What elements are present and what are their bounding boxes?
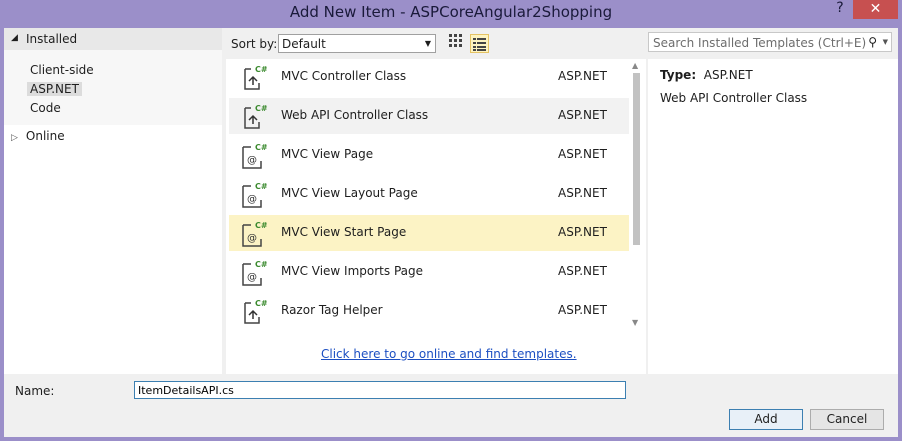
template-name: Web API Controller Class bbox=[281, 108, 429, 122]
dialog-window: Add New Item - ASPCoreAngular2Shopping ?… bbox=[0, 0, 902, 441]
razor-view-icon: @ C# bbox=[242, 260, 267, 286]
template-row-mvc-controller[interactable]: C# MVC Controller Class ASP.NET bbox=[229, 59, 629, 95]
template-type: ASP.NET bbox=[558, 303, 607, 317]
help-button[interactable]: ? bbox=[832, 0, 848, 20]
search-icon[interactable]: ⚲ bbox=[868, 35, 877, 49]
template-type: ASP.NET bbox=[558, 147, 607, 161]
chevron-down-icon: ▼ bbox=[424, 39, 431, 48]
template-name: MVC View Imports Page bbox=[281, 264, 423, 278]
template-row-mvc-view-imports-page[interactable]: @ C# MVC View Imports Page ASP.NET bbox=[229, 254, 629, 290]
dialog-body: ◢ Installed Client-side ASP.NET Code ▷ On… bbox=[4, 28, 898, 437]
razor-view-icon: @ C# bbox=[242, 143, 267, 169]
tree-node-online-label: Online bbox=[25, 129, 65, 143]
svg-text:C#: C# bbox=[255, 104, 267, 113]
template-type: ASP.NET bbox=[558, 264, 607, 278]
template-type: ASP.NET bbox=[558, 225, 607, 239]
controller-class-icon: C# bbox=[244, 104, 267, 129]
sort-label: Sort by: bbox=[231, 37, 278, 51]
template-type: ASP.NET bbox=[558, 69, 607, 83]
controller-class-icon: C# bbox=[244, 65, 267, 90]
tree-node-installed-label: Installed bbox=[26, 32, 78, 46]
sort-value: Default bbox=[282, 37, 326, 51]
cancel-button[interactable]: Cancel bbox=[810, 409, 884, 430]
tree-item-aspnet[interactable]: ASP.NET bbox=[27, 82, 82, 96]
template-row-mvc-view-layout-page[interactable]: @ C# MVC View Layout Page ASP.NET bbox=[229, 176, 629, 212]
chevron-down-icon[interactable]: ▼ bbox=[883, 38, 888, 46]
sort-dropdown[interactable]: Default ▼ bbox=[278, 34, 436, 53]
template-type: ASP.NET bbox=[558, 108, 607, 122]
template-row-web-api-controller[interactable]: C# Web API Controller Class ASP.NET bbox=[229, 98, 629, 134]
template-name: MVC View Start Page bbox=[281, 225, 407, 239]
template-details-panel: Type: ASP.NET Web API Controller Class bbox=[648, 59, 898, 374]
tree-node-online[interactable]: ▷ Online bbox=[11, 129, 65, 143]
list-view-icon[interactable] bbox=[470, 34, 489, 53]
search-templates-input[interactable]: Search Installed Templates (Ctrl+E) ⚲ ▼ bbox=[648, 32, 892, 52]
grid-view-icon[interactable] bbox=[446, 34, 465, 53]
svg-text:@: @ bbox=[247, 194, 257, 205]
sort-toolbar: Sort by: Default ▼ bbox=[226, 32, 496, 54]
tree-item-client-side[interactable]: Client-side bbox=[30, 63, 94, 77]
category-tree: ◢ Installed Client-side ASP.NET Code ▷ On… bbox=[4, 28, 222, 374]
tree-item-code[interactable]: Code bbox=[30, 101, 61, 115]
details-type-label: Type: bbox=[660, 68, 697, 82]
template-name: MVC Controller Class bbox=[281, 69, 407, 83]
close-button[interactable]: ✕ bbox=[853, 0, 898, 19]
details-type: Type: ASP.NET bbox=[660, 68, 753, 82]
template-row-mvc-view-page[interactable]: @ C# MVC View Page ASP.NET bbox=[229, 137, 629, 173]
title-bar[interactable]: Add New Item - ASPCoreAngular2Shopping ?… bbox=[0, 0, 902, 26]
details-description: Web API Controller Class bbox=[660, 91, 808, 105]
template-type: ASP.NET bbox=[558, 186, 607, 200]
tree-node-installed[interactable]: ◢ Installed bbox=[4, 28, 222, 50]
svg-text:C#: C# bbox=[255, 65, 267, 74]
svg-text:@: @ bbox=[247, 155, 257, 166]
svg-text:C#: C# bbox=[255, 143, 267, 152]
scroll-down-icon[interactable]: ▼ bbox=[632, 318, 638, 327]
svg-text:C#: C# bbox=[255, 221, 267, 230]
template-name: MVC View Layout Page bbox=[281, 186, 418, 200]
template-row-mvc-view-start-page[interactable]: @ C# MVC View Start Page ASP.NET bbox=[229, 215, 629, 251]
svg-text:@: @ bbox=[247, 272, 257, 283]
template-name: Razor Tag Helper bbox=[281, 303, 383, 317]
template-name: MVC View Page bbox=[281, 147, 374, 161]
svg-text:C#: C# bbox=[255, 299, 267, 308]
search-placeholder: Search Installed Templates (Ctrl+E) bbox=[653, 36, 867, 50]
svg-text:C#: C# bbox=[255, 182, 267, 191]
razor-view-icon: @ C# bbox=[242, 221, 267, 247]
name-label: Name: bbox=[15, 384, 55, 398]
details-type-value: ASP.NET bbox=[703, 68, 753, 82]
svg-text:@: @ bbox=[247, 233, 257, 244]
window-title: Add New Item - ASPCoreAngular2Shopping bbox=[289, 3, 613, 21]
scroll-up-icon[interactable]: ▲ bbox=[632, 61, 638, 70]
template-list-scrollbar[interactable]: ▲ ▼ bbox=[629, 59, 643, 334]
name-input[interactable] bbox=[134, 381, 626, 399]
controller-class-icon: C# bbox=[244, 299, 267, 324]
razor-view-icon: @ C# bbox=[242, 182, 267, 208]
template-row-razor-tag-helper[interactable]: C# Razor Tag Helper ASP.NET bbox=[229, 293, 629, 329]
expand-down-icon[interactable]: ◢ bbox=[11, 33, 18, 43]
online-templates-link[interactable]: Click here to go online and find templat… bbox=[321, 347, 577, 361]
template-list: C# MVC Controller Class ASP.NET C# Web A… bbox=[226, 59, 646, 374]
expand-right-icon[interactable]: ▷ bbox=[11, 133, 18, 143]
scrollbar-thumb[interactable] bbox=[633, 73, 640, 245]
add-button[interactable]: Add bbox=[729, 409, 803, 430]
svg-text:C#: C# bbox=[255, 260, 267, 269]
